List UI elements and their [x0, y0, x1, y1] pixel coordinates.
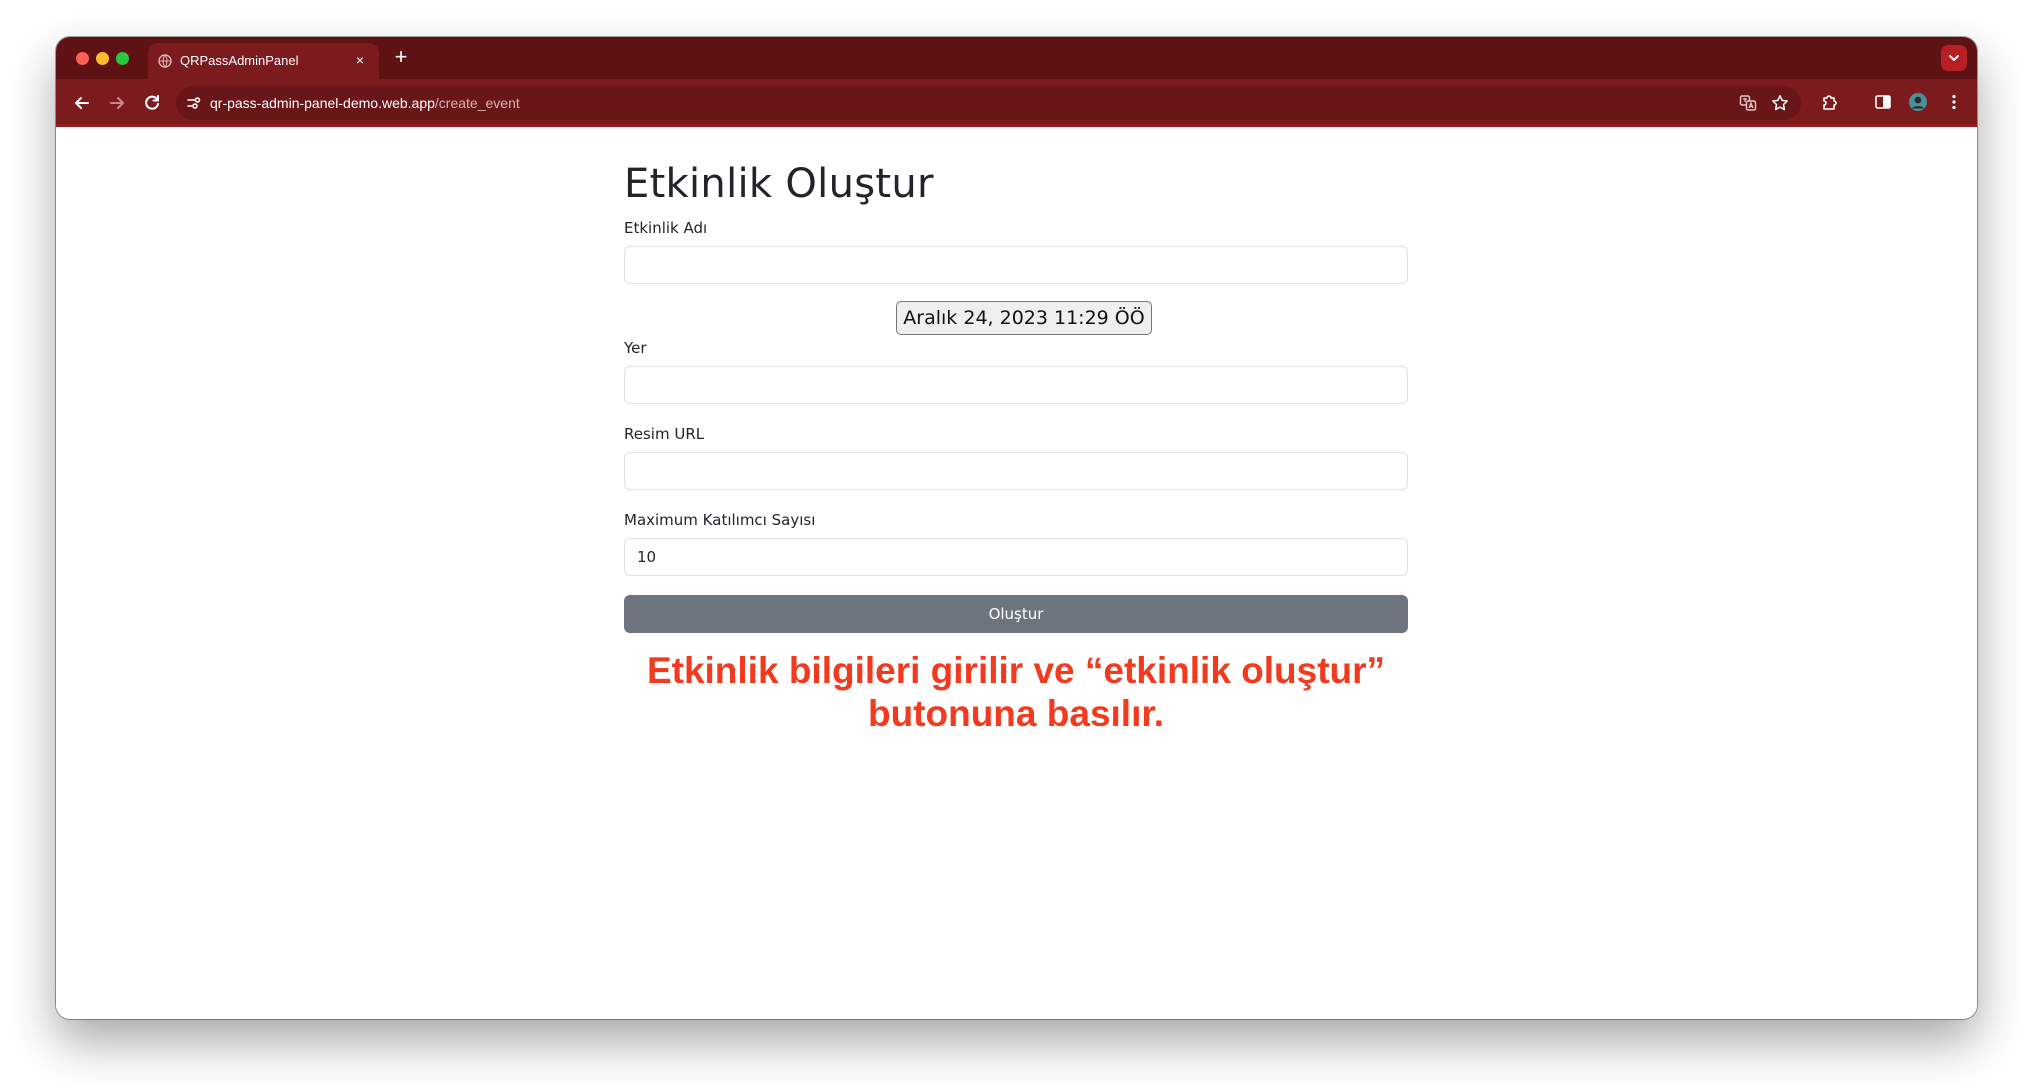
- annotation-line-1: Etkinlik bilgileri girilir ve “etkinlik …: [646, 650, 1386, 691]
- reload-icon: [145, 95, 159, 110]
- new-tab-button[interactable]: +: [390, 46, 412, 68]
- forward-button[interactable]: [105, 91, 129, 115]
- location-label: Yer: [624, 339, 647, 357]
- arrow-left-icon: [75, 97, 89, 109]
- image-url-label: Resim URL: [624, 425, 705, 443]
- address-bar[interactable]: qr-pass-admin-panel-demo.web.app/create_…: [176, 86, 1801, 120]
- minimize-window-button[interactable]: [96, 52, 109, 65]
- url-host: qr-pass-admin-panel-demo.web.app: [210, 95, 435, 111]
- kebab-menu-icon[interactable]: [1944, 92, 1964, 112]
- annotation-line-2: butonuna basılır.: [867, 693, 1165, 734]
- max-participants-input[interactable]: [624, 538, 1408, 576]
- zoom-window-button[interactable]: [116, 52, 129, 65]
- create-event-button[interactable]: Oluştur: [624, 595, 1408, 633]
- instruction-annotation: Etkinlik bilgileri girilir ve “etkinlik …: [556, 649, 1476, 735]
- avatar-icon[interactable]: [1908, 92, 1928, 112]
- reload-button[interactable]: [140, 91, 164, 115]
- translate-icon[interactable]: [1739, 94, 1757, 112]
- url-text[interactable]: qr-pass-admin-panel-demo.web.app/create_…: [210, 95, 520, 111]
- image-url-input[interactable]: [624, 452, 1408, 490]
- chevron-down-icon: [1949, 55, 1959, 61]
- tab-strip: QRPassAdminPanel × +: [56, 37, 1977, 79]
- page-content: Etkinlik Oluştur Etkinlik Adı Aralık 24,…: [56, 127, 1977, 1019]
- url-path: /create_event: [434, 95, 520, 111]
- event-name-label: Etkinlik Adı: [624, 219, 708, 237]
- max-participants-label: Maximum Katılımcı Sayısı: [624, 511, 816, 529]
- browser-toolbar: qr-pass-admin-panel-demo.web.app/create_…: [56, 79, 1977, 127]
- event-name-input[interactable]: [624, 246, 1408, 284]
- date-time-picker[interactable]: Aralık 24, 2023 11:29 ÖÖ: [896, 301, 1152, 335]
- side-panel-icon[interactable]: [1873, 92, 1893, 112]
- star-icon[interactable]: [1771, 94, 1789, 112]
- back-button[interactable]: [70, 91, 94, 115]
- puzzle-icon[interactable]: [1820, 92, 1840, 112]
- location-input[interactable]: [624, 366, 1408, 404]
- globe-icon: [158, 54, 172, 68]
- close-window-button[interactable]: [76, 52, 89, 65]
- tune-icon[interactable]: [186, 95, 202, 111]
- tab-title: QRPassAdminPanel: [180, 53, 299, 68]
- arrow-right-icon: [110, 97, 124, 109]
- page-title: Etkinlik Oluştur: [624, 161, 934, 207]
- tab-search-button[interactable]: [1941, 45, 1967, 71]
- browser-tab[interactable]: QRPassAdminPanel ×: [148, 43, 379, 79]
- browser-window: QRPassAdminPanel × + qr-pass-admin-panel…: [56, 37, 1977, 1019]
- tab-close-icon[interactable]: ×: [351, 51, 369, 69]
